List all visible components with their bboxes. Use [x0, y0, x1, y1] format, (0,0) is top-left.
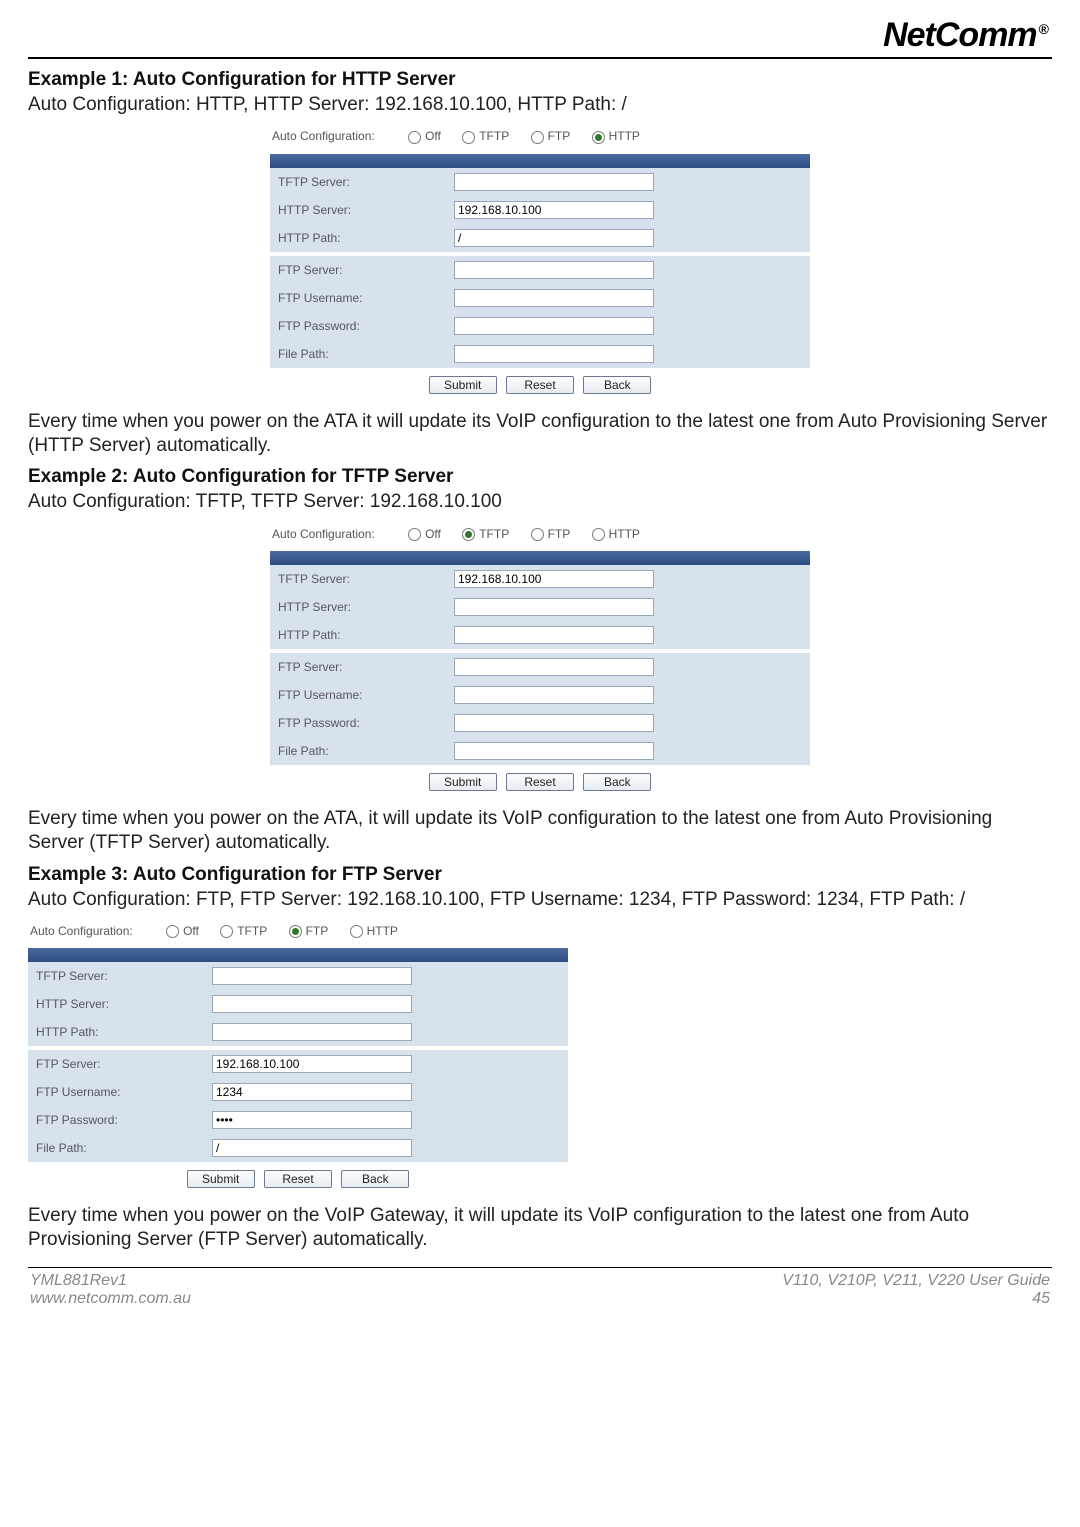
radio-off[interactable]: Off [408, 527, 441, 541]
ftp-user-label: FTP Username: [28, 1078, 204, 1106]
example3-subtitle: Auto Configuration: FTP, FTP Server: 192… [28, 888, 1052, 912]
footer-left-1: YML881Rev1 [30, 1272, 191, 1290]
radio-http[interactable]: HTTP [592, 527, 640, 541]
section-bar [28, 948, 568, 962]
auto-config-row: Auto Configuration: Off TFTP FTP HTTP [270, 523, 810, 551]
auto-config-label: Auto Configuration: [30, 924, 133, 938]
tftp-server-input[interactable] [454, 570, 654, 588]
example3-after: Every time when you power on the VoIP Ga… [28, 1204, 1052, 1253]
ftp-user-label: FTP Username: [270, 681, 446, 709]
tftp-server-label: TFTP Server: [270, 168, 446, 196]
ftp-server-input[interactable] [212, 1055, 412, 1073]
footer-right-2: 45 [782, 1290, 1050, 1308]
radio-tftp[interactable]: TFTP [462, 129, 509, 143]
back-button[interactable]: Back [583, 773, 651, 791]
section-bar [270, 154, 810, 168]
logo-text: NetComm [883, 16, 1037, 54]
config-block-1: Auto Configuration: Off TFTP FTP HTTP TF… [270, 125, 810, 395]
radio-http[interactable]: HTTP [592, 129, 640, 143]
example2-title: Example 2: Auto Configuration for TFTP S… [28, 466, 1052, 488]
logo-reg: ® [1039, 21, 1048, 37]
radio-ftp[interactable]: FTP [531, 527, 571, 541]
reset-button[interactable]: Reset [506, 376, 574, 394]
radio-http[interactable]: HTTP [350, 924, 398, 938]
auto-config-row: Auto Configuration: Off TFTP FTP HTTP [270, 125, 810, 153]
http-server-label: HTTP Server: [270, 593, 446, 621]
http-server-input[interactable] [212, 995, 412, 1013]
submit-button[interactable]: Submit [429, 773, 497, 791]
tftp-server-input[interactable] [212, 967, 412, 985]
ftp-user-input[interactable] [212, 1083, 412, 1101]
footer-right-1: V110, V210P, V211, V220 User Guide [782, 1272, 1050, 1290]
tftp-server-label: TFTP Server: [28, 962, 204, 990]
example2-after: Every time when you power on the ATA, it… [28, 807, 1052, 856]
tftp-server-input[interactable] [454, 173, 654, 191]
example1-title: Example 1: Auto Configuration for HTTP S… [28, 69, 1052, 91]
radio-off[interactable]: Off [166, 924, 199, 938]
ftp-user-input[interactable] [454, 686, 654, 704]
auto-config-row: Auto Configuration: Off TFTP FTP HTTP [28, 920, 568, 948]
config-block-2: Auto Configuration: Off TFTP FTP HTTP TF… [270, 523, 810, 793]
radio-off[interactable]: Off [408, 129, 441, 143]
http-server-input[interactable] [454, 201, 654, 219]
http-server-input[interactable] [454, 598, 654, 616]
http-path-input[interactable] [212, 1023, 412, 1041]
file-path-input[interactable] [454, 345, 654, 363]
brand-logo: NetComm® [28, 16, 1052, 55]
ftp-pass-input[interactable] [454, 714, 654, 732]
radio-ftp[interactable]: FTP [289, 924, 329, 938]
config-table: TFTP Server: HTTP Server: HTTP Path: [270, 168, 810, 252]
example3-title: Example 3: Auto Configuration for FTP Se… [28, 864, 1052, 886]
radio-tftp[interactable]: TFTP [220, 924, 267, 938]
ftp-pass-label: FTP Password: [270, 312, 446, 340]
radio-tftp[interactable]: TFTP [462, 527, 509, 541]
http-path-label: HTTP Path: [28, 1018, 204, 1046]
page-footer: YML881Rev1 www.netcomm.com.au V110, V210… [28, 1272, 1052, 1312]
config-block-3: Auto Configuration: Off TFTP FTP HTTP TF… [28, 920, 568, 1190]
auto-config-label: Auto Configuration: [272, 527, 375, 541]
ftp-pass-label: FTP Password: [270, 709, 446, 737]
example2-subtitle: Auto Configuration: TFTP, TFTP Server: 1… [28, 490, 1052, 514]
back-button[interactable]: Back [341, 1170, 409, 1188]
reset-button[interactable]: Reset [506, 773, 574, 791]
http-path-label: HTTP Path: [270, 621, 446, 649]
ftp-server-label: FTP Server: [28, 1050, 204, 1078]
example1-after: Every time when you power on the ATA it … [28, 410, 1052, 459]
ftp-server-label: FTP Server: [270, 256, 446, 284]
file-path-input[interactable] [212, 1139, 412, 1157]
file-path-label: File Path: [28, 1134, 204, 1162]
example1-subtitle: Auto Configuration: HTTP, HTTP Server: 1… [28, 93, 1052, 117]
http-path-label: HTTP Path: [270, 224, 446, 252]
config-table-ftp: FTP Server: FTP Username: FTP Password: … [270, 256, 810, 368]
http-path-input[interactable] [454, 229, 654, 247]
ftp-user-label: FTP Username: [270, 284, 446, 312]
file-path-label: File Path: [270, 737, 446, 765]
ftp-pass-input[interactable] [454, 317, 654, 335]
section-bar [270, 551, 810, 565]
http-path-input[interactable] [454, 626, 654, 644]
auto-config-label: Auto Configuration: [272, 129, 375, 143]
submit-button[interactable]: Submit [187, 1170, 255, 1188]
tftp-server-label: TFTP Server: [270, 565, 446, 593]
ftp-pass-input[interactable] [212, 1111, 412, 1129]
ftp-user-input[interactable] [454, 289, 654, 307]
http-server-label: HTTP Server: [28, 990, 204, 1018]
reset-button[interactable]: Reset [264, 1170, 332, 1188]
ftp-pass-label: FTP Password: [28, 1106, 204, 1134]
ftp-server-input[interactable] [454, 261, 654, 279]
back-button[interactable]: Back [583, 376, 651, 394]
ftp-server-input[interactable] [454, 658, 654, 676]
radio-ftp[interactable]: FTP [531, 129, 571, 143]
file-path-input[interactable] [454, 742, 654, 760]
file-path-label: File Path: [270, 340, 446, 368]
footer-rule [28, 1267, 1052, 1268]
submit-button[interactable]: Submit [429, 376, 497, 394]
footer-left-2: www.netcomm.com.au [30, 1290, 191, 1308]
http-server-label: HTTP Server: [270, 196, 446, 224]
header-rule [28, 57, 1052, 59]
ftp-server-label: FTP Server: [270, 653, 446, 681]
